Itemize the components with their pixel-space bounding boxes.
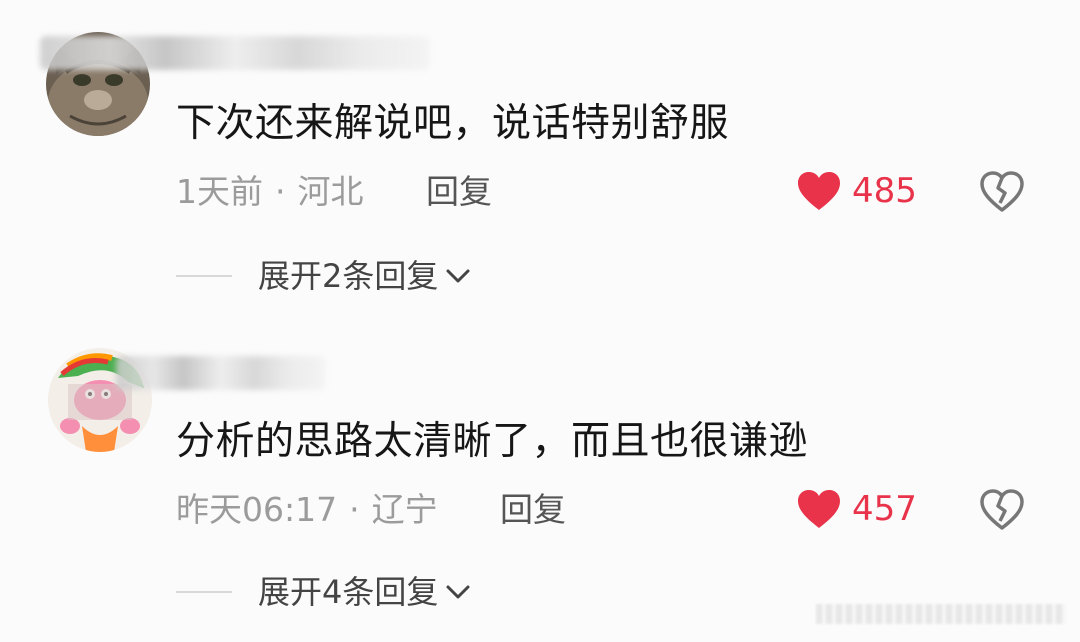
like-count: 457	[852, 489, 917, 529]
comment-meta: 1天前 · 河北	[176, 172, 364, 212]
expand-replies-button[interactable]: 展开4条回复	[176, 572, 472, 612]
like-count: 485	[852, 171, 917, 211]
expand-replies-label: 展开4条回复	[258, 573, 439, 611]
comment-item: 下次还来解说吧，说话特别舒服 1天前 · 河北 回复 485 展开2条回复	[0, 0, 1080, 320]
comment-text: 分析的思路太清晰了，而且也很谦逊	[176, 419, 809, 464]
comment-text: 下次还来解说吧，说话特别舒服	[176, 101, 730, 146]
like-button[interactable]: 485	[796, 170, 917, 212]
expand-replies-button[interactable]: 展开2条回复	[176, 256, 472, 296]
broken-heart-icon	[980, 489, 1024, 530]
reply-button[interactable]: 回复	[500, 490, 566, 530]
comment-location: 河北	[297, 172, 364, 211]
heart-icon	[798, 490, 840, 528]
username-blurred[interactable]	[40, 36, 430, 70]
reply-button[interactable]: 回复	[426, 172, 492, 212]
divider-line	[176, 275, 232, 277]
chevron-down-icon	[446, 269, 470, 283]
comment-meta: 昨天06:17 · 辽宁	[176, 490, 438, 530]
expand-replies-label: 展开2条回复	[258, 257, 439, 295]
heart-icon	[798, 172, 840, 210]
comment-time: 1天前	[176, 172, 263, 211]
chevron-down-icon	[446, 585, 470, 599]
watermark-blur	[816, 604, 1066, 624]
meta-separator: ·	[349, 490, 360, 529]
divider-line	[176, 591, 232, 593]
username-blurred[interactable]	[116, 356, 326, 390]
comment-time: 昨天06:17	[176, 490, 338, 529]
like-button[interactable]: 457	[796, 488, 917, 530]
comment-location: 辽宁	[371, 490, 438, 529]
meta-separator: ·	[275, 172, 286, 211]
comment-item: 分析的思路太清晰了，而且也很谦逊 昨天06:17 · 辽宁 回复 457 展开4条回…	[0, 320, 1080, 642]
dislike-button[interactable]	[979, 488, 1025, 532]
dislike-button[interactable]	[979, 170, 1025, 214]
broken-heart-icon	[980, 171, 1024, 212]
